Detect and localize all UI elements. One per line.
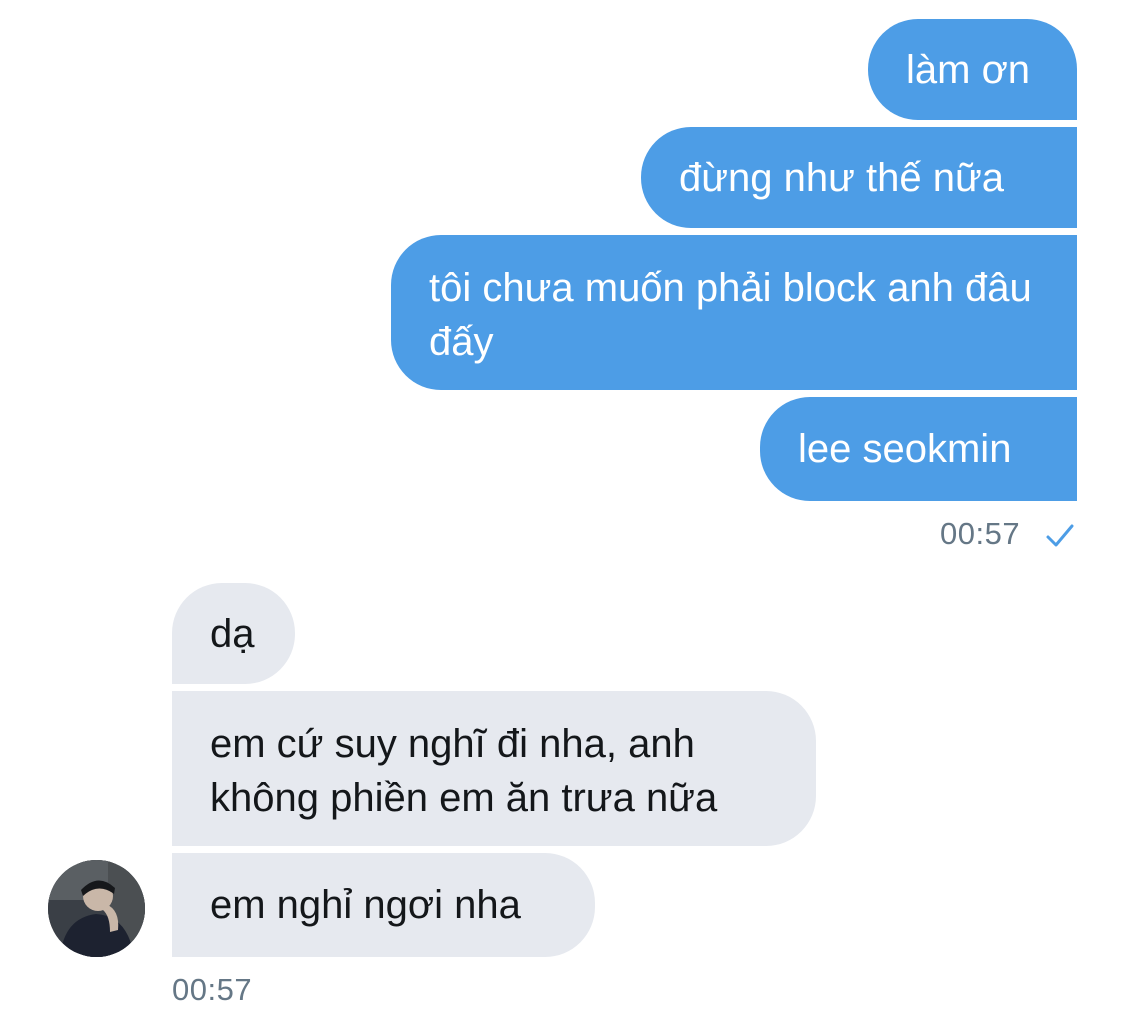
outgoing-message[interactable]: lee seokmin [760,397,1077,501]
sent-timestamp: 00:57 [940,516,1021,551]
message-text: dạ [210,611,255,656]
check-icon [1046,524,1074,547]
received-timestamp: 00:57 [172,972,253,1007]
outgoing-message[interactable]: tôi chưa muốn phải block anh đâu đấy [391,235,1077,390]
avatar-image [48,860,145,957]
incoming-message[interactable]: dạ [172,583,295,684]
sender-avatar[interactable] [48,860,145,957]
outgoing-message[interactable]: đừng như thế nữa [641,127,1077,228]
message-text: tôi chưa muốn phải block anh đâu đấy [429,266,1032,364]
incoming-message[interactable]: em cứ suy nghĩ đi nha, anh không phiền e… [172,691,816,846]
message-text: lee seokmin [798,427,1012,471]
message-text: làm ơn [906,47,1031,92]
message-text: đừng như thế nữa [679,155,1004,200]
message-text: em cứ suy nghĩ đi nha, anh không phiền e… [210,722,718,820]
incoming-message[interactable]: em nghỉ ngơi nha [172,853,595,957]
outgoing-message[interactable]: làm ơn [868,19,1077,120]
message-text: em nghỉ ngơi nha [210,883,521,927]
